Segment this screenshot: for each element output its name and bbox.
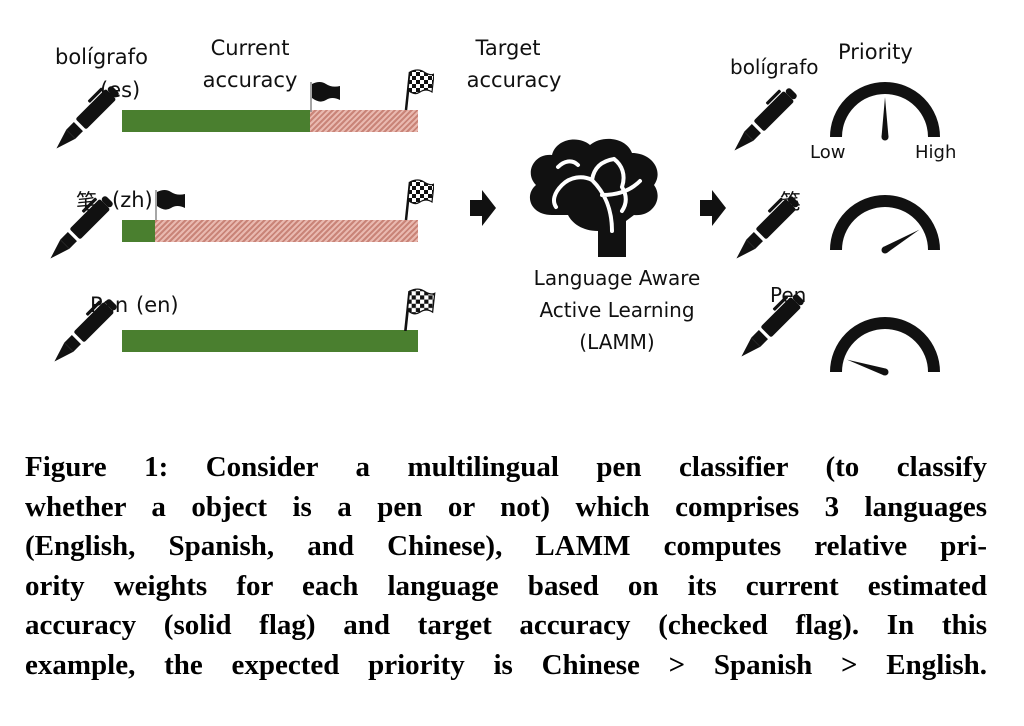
language-word-zh: 笔 [76, 190, 97, 214]
gauge-hub [881, 133, 889, 141]
current-label-line: Current [210, 36, 290, 60]
target-label-line: accuracy [466, 68, 562, 92]
language-word-es: bolígrafo [55, 45, 148, 69]
current-accuracy-label: Current accuracy [190, 32, 310, 96]
accuracy-bar-en [122, 330, 418, 352]
right-arrow-icon [470, 190, 496, 226]
caption-line: ority weights for each language based on… [25, 569, 987, 602]
model-label-line: Language Aware [533, 266, 701, 290]
pen-icon [728, 82, 803, 157]
model-label: Language Aware Active Learning (LAMM) [517, 262, 717, 358]
accuracy-bar-es [122, 110, 418, 132]
current-accuracy-fill [122, 330, 418, 352]
language-code-zh: (zh) [112, 188, 153, 212]
gauge-hub [881, 246, 889, 254]
model-label-line: Active Learning [539, 298, 695, 322]
gauge-needle [846, 359, 887, 376]
language-word-en: Pen [90, 293, 129, 317]
solid-flag-icon [310, 80, 340, 112]
priority-gauges [830, 82, 940, 376]
checkered-flag-icon [404, 178, 434, 220]
gauge-word-es: bolígrafo [730, 55, 819, 79]
caption-line: whether a object is a pen or not) which … [25, 490, 987, 523]
pen-icon [735, 288, 810, 363]
caption-line: Figure 1: Consider a multilingual pen cl… [25, 451, 987, 483]
brain-icon [529, 138, 658, 257]
language-code-es: (es) [100, 78, 141, 102]
accuracy-bar-zh [122, 220, 418, 242]
current-accuracy-fill [122, 110, 310, 132]
gauge-needle [883, 229, 920, 254]
gauge-arc [830, 195, 940, 251]
gauge-hub [881, 368, 889, 376]
current-accuracy-fill [122, 220, 155, 242]
language-code-en: (en) [136, 293, 179, 317]
target-label-line: Target [475, 36, 541, 60]
right-arrow-icon [700, 190, 726, 226]
current-label-line: accuracy [202, 68, 298, 92]
checkered-flag-icon [402, 287, 436, 331]
figure-caption: Figure 1: Consider a multilingual pen cl… [25, 448, 987, 685]
solid-flag-icon [155, 188, 185, 220]
model-label-line: (LAMM) [579, 330, 655, 354]
gauge-arc [830, 317, 940, 373]
caption-line: accuracy (solid flag) and target accurac… [25, 609, 987, 641]
priority-title: Priority [838, 40, 913, 64]
caption-line: example, the expected priority is Chines… [25, 648, 987, 681]
caption-line: (English, Spanish, and Chinese), LAMM co… [25, 530, 987, 562]
target-accuracy-label: Target accuracy [448, 32, 568, 96]
gauge-needle [881, 97, 889, 137]
checkered-flag-icon [404, 68, 434, 110]
pen-icon [730, 190, 805, 265]
